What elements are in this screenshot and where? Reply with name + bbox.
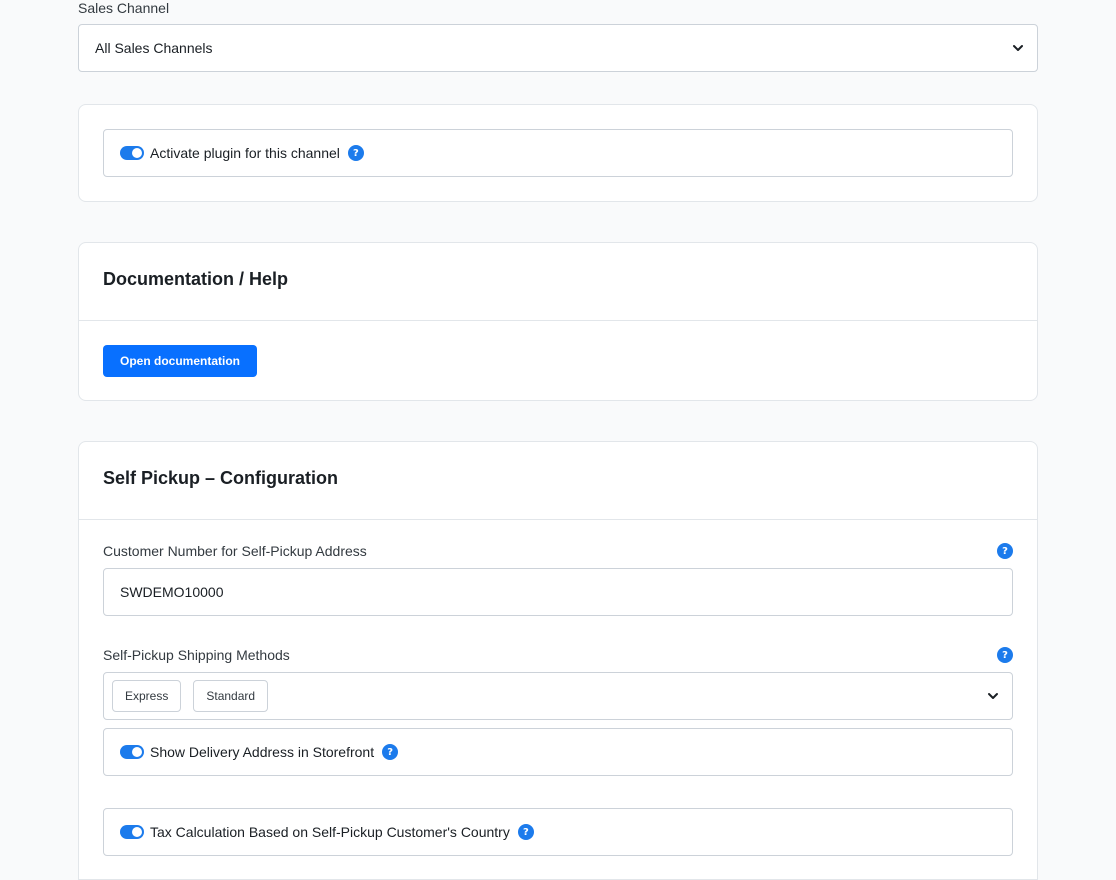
customer-number-value: SWDEMO10000 — [120, 584, 224, 600]
help-icon[interactable]: ? — [997, 543, 1013, 559]
toggle-switch-icon[interactable] — [120, 146, 144, 160]
chevron-down-icon — [988, 693, 998, 699]
help-icon[interactable]: ? — [347, 145, 364, 161]
open-documentation-button[interactable]: Open documentation — [103, 345, 257, 377]
tax-calculation-row: Tax Calculation Based on Self-Pickup Cus… — [103, 808, 1013, 856]
shipping-methods-label: Self-Pickup Shipping Methods — [103, 647, 290, 663]
toggle-switch-icon[interactable] — [120, 825, 144, 839]
toggle-switch-icon[interactable] — [120, 745, 144, 759]
show-delivery-address-row: Show Delivery Address in Storefront ? — [103, 728, 1013, 776]
help-icon[interactable]: ? — [517, 824, 534, 840]
plugin-config-page: Sales Channel All Sales Channels Activat… — [0, 0, 1116, 880]
self-pickup-title: Self Pickup – Configuration — [103, 468, 339, 488]
documentation-card: Documentation / Help Open documentation — [78, 242, 1038, 401]
self-pickup-card-header: Self Pickup – Configuration — [79, 442, 1037, 520]
shipping-method-chip-standard[interactable]: Standard — [193, 680, 269, 712]
documentation-title: Documentation / Help — [103, 269, 289, 289]
show-delivery-address-label: Show Delivery Address in Storefront — [150, 744, 375, 760]
shipping-methods-select[interactable]: Express Standard — [103, 672, 1013, 720]
customer-number-label: Customer Number for Self-Pickup Address — [103, 543, 367, 559]
documentation-card-header: Documentation / Help — [79, 243, 1037, 321]
sales-channel-select[interactable]: All Sales Channels — [78, 24, 1038, 72]
activate-plugin-label: Activate plugin for this channel — [150, 145, 340, 161]
customer-number-input[interactable]: SWDEMO10000 — [103, 568, 1013, 616]
sales-channel-label: Sales Channel — [78, 0, 170, 16]
self-pickup-card: Self Pickup – Configuration Customer Num… — [78, 441, 1038, 880]
shipping-method-chip-express[interactable]: Express — [112, 680, 182, 712]
activate-plugin-row: Activate plugin for this channel ? — [103, 129, 1013, 177]
activation-card: Activate plugin for this channel ? — [78, 104, 1038, 202]
chevron-down-icon — [1013, 45, 1023, 51]
help-icon[interactable]: ? — [997, 647, 1013, 663]
sales-channel-value: All Sales Channels — [95, 40, 213, 56]
tax-calculation-label: Tax Calculation Based on Self-Pickup Cus… — [150, 824, 510, 840]
help-icon[interactable]: ? — [382, 744, 399, 760]
